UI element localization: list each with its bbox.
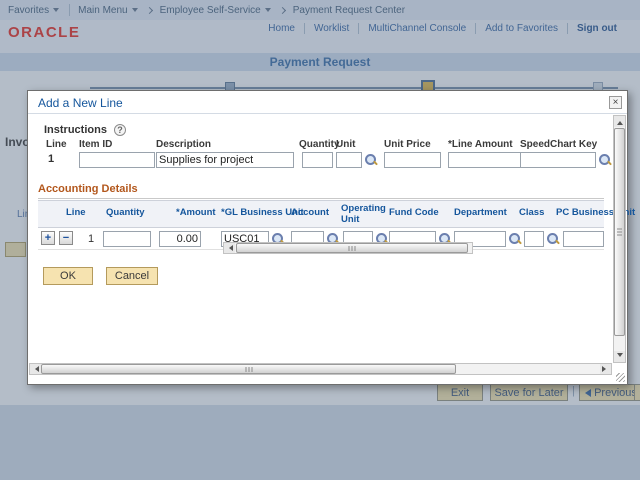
col-amount: *Amount	[176, 207, 216, 218]
item-id-input[interactable]	[79, 152, 155, 168]
col-account: Account	[291, 207, 329, 218]
unit-input[interactable]	[336, 152, 362, 168]
unit-lookup-icon[interactable]	[365, 154, 377, 166]
grid-scrollbar-thumb[interactable]	[236, 243, 468, 253]
line-amount-header: *Line Amount	[448, 139, 513, 150]
help-icon[interactable]: ?	[114, 124, 126, 136]
pc-business-unit-input[interactable]	[563, 231, 604, 247]
quantity-input[interactable]	[302, 152, 333, 168]
unit-header: Unit	[336, 139, 355, 150]
description-header: Description	[156, 139, 211, 150]
speedchart-key-input[interactable]	[520, 152, 596, 168]
class-input[interactable]	[524, 231, 544, 247]
accounting-details-header: Accounting Details	[38, 183, 604, 199]
close-icon[interactable]: ×	[609, 96, 622, 109]
scroll-down-icon[interactable]	[614, 351, 625, 362]
grid-horizontal-scrollbar[interactable]	[223, 242, 473, 254]
line-number: 1	[48, 153, 54, 165]
col-fund-code: Fund Code	[389, 207, 439, 218]
ok-button[interactable]: OK	[43, 267, 93, 285]
quantity-header: Quantity	[299, 139, 340, 150]
add-new-line-dialog: Add a New Line × Instructions ? Line Ite…	[27, 90, 628, 385]
resize-grip-icon[interactable]	[616, 373, 625, 382]
cancel-button[interactable]: Cancel	[106, 267, 158, 285]
line-amount-input[interactable]	[448, 152, 521, 168]
unit-price-input[interactable]	[384, 152, 441, 168]
add-row-button[interactable]: +	[41, 231, 55, 245]
col-operating-unit: Operating Unit	[341, 203, 387, 225]
dialog-vertical-scrollbar[interactable]	[613, 115, 626, 363]
speedchart-key-header: SpeedChart Key	[520, 139, 597, 150]
class-lookup-icon[interactable]	[547, 233, 559, 245]
dialog-horizontal-scrollbar[interactable]	[29, 363, 612, 375]
description-input[interactable]	[156, 152, 294, 168]
delete-row-button[interactable]: −	[59, 231, 73, 245]
line-header: Line	[46, 139, 67, 150]
col-class: Class	[519, 207, 544, 218]
item-id-header: Item ID	[79, 139, 112, 150]
scroll-left-icon[interactable]	[224, 243, 235, 253]
speedchart-lookup-icon[interactable]	[599, 154, 611, 166]
col-line: Line	[66, 207, 86, 218]
dialog-vscrollbar-thumb[interactable]	[614, 128, 625, 336]
dialog-title: Add a New Line	[38, 96, 123, 110]
dialog-scrollbar-thumb[interactable]	[41, 364, 456, 374]
col-quantity: Quantity	[106, 207, 145, 218]
unit-price-header: Unit Price	[384, 139, 431, 150]
row-line-number: 1	[88, 233, 94, 245]
divider	[28, 113, 627, 114]
col-department: Department	[454, 207, 507, 218]
instructions-label: Instructions	[44, 124, 107, 136]
acct-amount-input[interactable]	[159, 231, 201, 247]
instructions-row: Instructions ?	[44, 124, 126, 136]
screen: Favorites Main Menu Employee Self-Servic…	[0, 0, 640, 480]
accounting-grid-header: Line Quantity *Amount *GL Business Unit …	[38, 200, 604, 228]
scroll-left-icon[interactable]	[30, 364, 41, 374]
scroll-up-icon[interactable]	[614, 116, 625, 127]
scroll-right-icon[interactable]	[600, 364, 611, 374]
department-lookup-icon[interactable]	[509, 233, 521, 245]
acct-quantity-input[interactable]	[103, 231, 151, 247]
